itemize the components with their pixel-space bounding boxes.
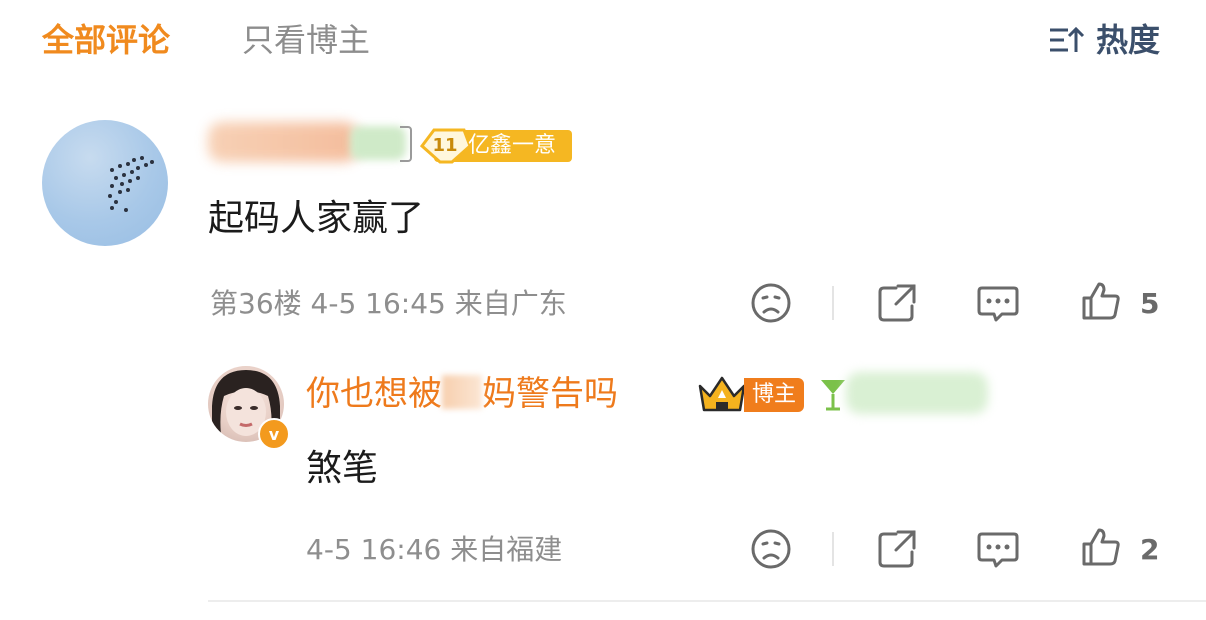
username-blurred-char — [442, 375, 482, 409]
reply-meta: 4-5 16:46 来自福建 — [306, 533, 563, 566]
like-icon[interactable] — [1080, 526, 1122, 568]
comment-text: 起码人家赢了 — [208, 198, 425, 239]
reply-username[interactable]: 你也想被 妈警告吗 — [306, 370, 618, 418]
username-blurred[interactable] — [208, 122, 358, 162]
fan-level-number: 11 — [432, 135, 458, 156]
reply-icon[interactable] — [976, 282, 1020, 324]
share-icon[interactable] — [876, 282, 918, 324]
reply-username-tail: 妈警告吗 — [482, 374, 618, 414]
sort-label: 热度 — [1095, 21, 1160, 59]
like-count: 2 — [1140, 533, 1160, 566]
sort-by-hot-button[interactable]: 热度 — [1048, 18, 1160, 62]
tab-all-comments[interactable]: 全部评论 — [42, 18, 170, 62]
cocktail-icon — [821, 380, 845, 411]
like-icon[interactable] — [1080, 280, 1122, 322]
badge-blurred — [350, 126, 406, 160]
crown-icon — [698, 376, 746, 412]
reply-username-head: 你也想被 — [306, 374, 442, 414]
sort-icon — [1049, 26, 1085, 52]
blogger-tag: 博主 — [744, 378, 804, 412]
commenter-avatar[interactable] — [42, 120, 168, 246]
badge-blurred — [846, 372, 988, 414]
tab-blogger-only[interactable]: 只看博主 — [242, 18, 370, 62]
like-count: 5 — [1140, 287, 1160, 320]
verified-icon: v — [258, 418, 290, 450]
dislike-icon[interactable] — [750, 528, 792, 570]
share-icon[interactable] — [876, 528, 918, 570]
fan-badge-text: 亿鑫一意 — [468, 133, 557, 158]
comment-divider — [208, 600, 1206, 602]
bird-flock-image — [108, 156, 154, 212]
reply-text: 煞笔 — [306, 448, 379, 489]
badge-blurred-frame — [400, 126, 412, 162]
action-separator — [832, 286, 834, 320]
dislike-icon[interactable] — [750, 282, 792, 324]
action-separator — [832, 532, 834, 566]
reply-icon[interactable] — [976, 528, 1020, 570]
comment-meta: 第36楼 4-5 16:45 来自广东 — [210, 287, 567, 320]
